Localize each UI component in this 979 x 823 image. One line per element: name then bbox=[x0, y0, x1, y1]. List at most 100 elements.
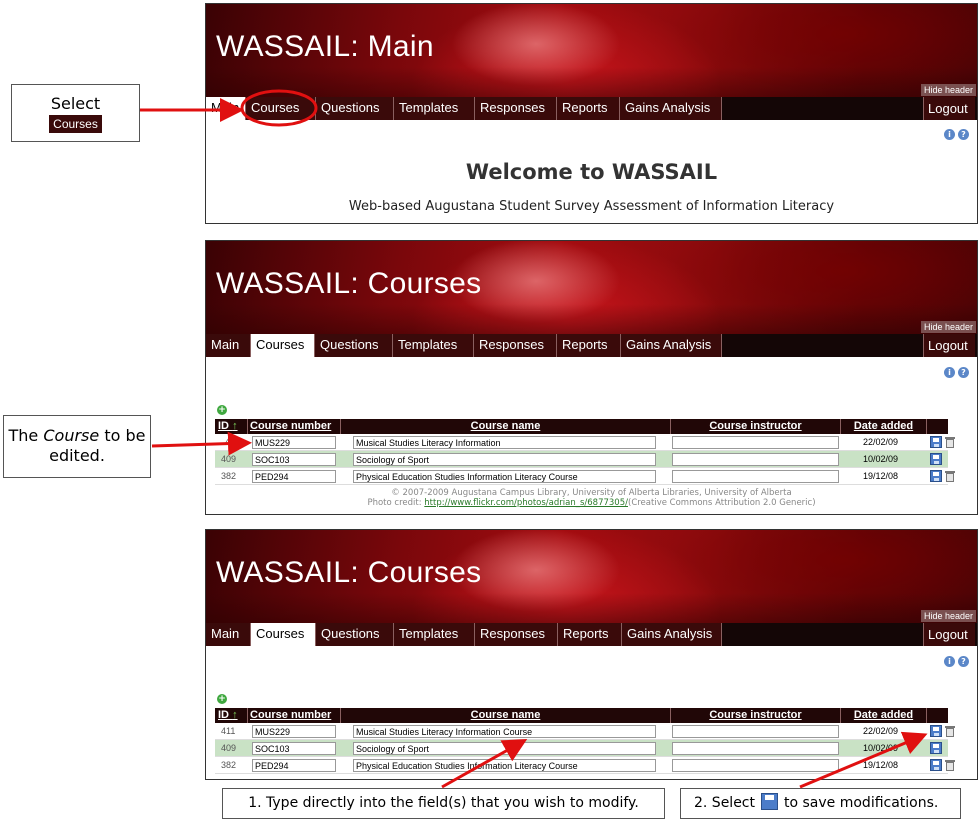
tab-courses[interactable]: Courses bbox=[246, 97, 316, 120]
tab-questions[interactable]: Questions bbox=[316, 97, 394, 120]
tab-templates[interactable]: Templates bbox=[393, 334, 474, 357]
tab-templates[interactable]: Templates bbox=[394, 623, 475, 646]
logout-button[interactable]: Logout bbox=[923, 623, 975, 646]
course-instructor-field[interactable] bbox=[672, 725, 839, 738]
save-icon[interactable] bbox=[930, 470, 942, 482]
help-icons: i? bbox=[941, 649, 971, 667]
callout-select-text: Select bbox=[50, 94, 101, 113]
course-instructor-field[interactable] bbox=[672, 742, 839, 755]
table-row: 4 MUS229 Musical Studies Literacy Inform… bbox=[215, 434, 955, 451]
col-course-name-header[interactable]: Course name bbox=[341, 708, 671, 723]
help-icons: i? bbox=[941, 122, 971, 140]
tab-gains-analysis[interactable]: Gains Analysis bbox=[622, 623, 722, 646]
save-icon[interactable] bbox=[930, 436, 942, 448]
info-icon[interactable]: i bbox=[944, 129, 955, 140]
col-date-header[interactable]: Date added bbox=[841, 419, 927, 434]
tab-questions[interactable]: Questions bbox=[316, 623, 394, 646]
course-number-field[interactable]: PED294 bbox=[252, 470, 336, 483]
course-number-field[interactable]: MUS229 bbox=[252, 725, 336, 738]
hide-header-button[interactable]: Hide header bbox=[920, 321, 976, 333]
course-instructor-field[interactable] bbox=[672, 436, 839, 449]
save-icon bbox=[761, 793, 778, 810]
courses-screen-panel: WASSAIL: Courses Hide header Main Course… bbox=[205, 240, 978, 515]
table-row: 382 PED294 Physical Education Studies In… bbox=[215, 468, 955, 485]
info-icon[interactable]: i bbox=[944, 656, 955, 667]
info-icon[interactable]: i bbox=[944, 367, 955, 378]
table-row: 409 SOC103 Sociology of Sport 10/02/09 bbox=[215, 740, 948, 757]
tab-main[interactable]: Main bbox=[206, 623, 251, 646]
tab-reports[interactable]: Reports bbox=[557, 334, 621, 357]
help-icons: i? bbox=[941, 360, 971, 378]
col-instructor-header[interactable]: Course instructor bbox=[671, 419, 841, 434]
photo-credit-link[interactable]: http://www.flickr.com/photos/adrian_s/68… bbox=[424, 498, 628, 508]
col-date-header[interactable]: Date added bbox=[841, 708, 927, 723]
tab-responses[interactable]: Responses bbox=[475, 97, 557, 120]
help-icon[interactable]: ? bbox=[958, 656, 969, 667]
tab-main[interactable]: Main bbox=[206, 97, 246, 120]
course-name-field[interactable]: Musical Studies Literacy Information bbox=[353, 436, 656, 449]
add-course-icon[interactable]: + bbox=[217, 694, 227, 704]
col-id-header[interactable]: ID ↑ bbox=[215, 419, 248, 434]
tab-gains-analysis[interactable]: Gains Analysis bbox=[620, 97, 722, 120]
delete-icon[interactable] bbox=[944, 759, 956, 771]
course-instructor-field[interactable] bbox=[672, 759, 839, 772]
col-course-number-header[interactable]: Course number bbox=[248, 419, 341, 434]
tab-courses[interactable]: Courses bbox=[251, 623, 316, 646]
callout-edit-italic: Course bbox=[43, 426, 100, 445]
header-banner: WASSAIL: Main Hide header bbox=[206, 4, 977, 97]
col-course-name-header[interactable]: Course name bbox=[341, 419, 671, 434]
callout-edit-prefix: The bbox=[8, 426, 39, 445]
tab-questions[interactable]: Questions bbox=[315, 334, 393, 357]
header-banner: WASSAIL: Courses Hide header bbox=[206, 241, 977, 334]
save-icon[interactable] bbox=[930, 759, 942, 771]
courses-table: ID ↑ Course number Course name Course in… bbox=[215, 708, 955, 774]
delete-icon[interactable] bbox=[944, 470, 956, 482]
table-header: ID ↑ Course number Course name Course in… bbox=[215, 708, 948, 723]
tab-main[interactable]: Main bbox=[206, 334, 251, 357]
date-added: 10/02/09 bbox=[863, 743, 899, 753]
tab-reports[interactable]: Reports bbox=[557, 97, 620, 120]
course-name-field[interactable]: Physical Education Studies Information L… bbox=[353, 759, 656, 772]
callout-select-courses: Select Courses bbox=[11, 84, 140, 142]
table-row: 411 MUS229 Musical Studies Literacy Info… bbox=[215, 723, 955, 740]
row-id: 411 bbox=[221, 726, 236, 736]
course-name-field[interactable]: Sociology of Sport bbox=[353, 742, 656, 755]
save-icon[interactable] bbox=[930, 742, 942, 754]
logout-button[interactable]: Logout bbox=[923, 334, 975, 357]
course-number-field[interactable]: SOC103 bbox=[252, 453, 336, 466]
hide-header-button[interactable]: Hide header bbox=[920, 610, 976, 622]
course-name-field[interactable]: Sociology of Sport bbox=[353, 453, 656, 466]
date-added: 19/12/08 bbox=[863, 471, 899, 481]
help-icon[interactable]: ? bbox=[958, 129, 969, 140]
course-number-field[interactable]: MUS229 bbox=[252, 436, 336, 449]
row-id: 409 bbox=[221, 454, 237, 464]
col-course-number-header[interactable]: Course number bbox=[248, 708, 341, 723]
tab-gains-analysis[interactable]: Gains Analysis bbox=[621, 334, 722, 357]
sort-asc-icon: ↑ bbox=[232, 420, 238, 432]
course-instructor-field[interactable] bbox=[672, 470, 839, 483]
course-number-field[interactable]: PED294 bbox=[252, 759, 336, 772]
course-instructor-field[interactable] bbox=[672, 453, 839, 466]
tab-responses[interactable]: Responses bbox=[474, 334, 557, 357]
tab-courses[interactable]: Courses bbox=[251, 334, 315, 357]
help-icon[interactable]: ? bbox=[958, 367, 969, 378]
logout-button[interactable]: Logout bbox=[923, 97, 975, 120]
tab-reports[interactable]: Reports bbox=[558, 623, 622, 646]
course-number-field[interactable]: SOC103 bbox=[252, 742, 336, 755]
save-icon[interactable] bbox=[930, 453, 942, 465]
courses-table: ID ↑ Course number Course name Course in… bbox=[215, 419, 955, 485]
col-instructor-header[interactable]: Course instructor bbox=[671, 708, 841, 723]
tab-templates[interactable]: Templates bbox=[394, 97, 475, 120]
hide-header-button[interactable]: Hide header bbox=[920, 84, 976, 96]
date-added: 22/02/09 bbox=[863, 437, 899, 447]
col-id-header[interactable]: ID ↑ bbox=[215, 708, 248, 723]
tab-responses[interactable]: Responses bbox=[475, 623, 558, 646]
course-name-field[interactable]: Musical Studies Literacy Information Cou… bbox=[353, 725, 656, 738]
callout-type-fields: 1. Type directly into the field(s) that … bbox=[222, 788, 665, 819]
delete-icon[interactable] bbox=[944, 436, 956, 448]
table-row: 382 PED294 Physical Education Studies In… bbox=[215, 757, 955, 774]
add-course-icon[interactable]: + bbox=[217, 405, 227, 415]
save-icon[interactable] bbox=[930, 725, 942, 737]
course-name-field[interactable]: Physical Education Studies Information L… bbox=[353, 470, 656, 483]
delete-icon[interactable] bbox=[944, 725, 956, 737]
